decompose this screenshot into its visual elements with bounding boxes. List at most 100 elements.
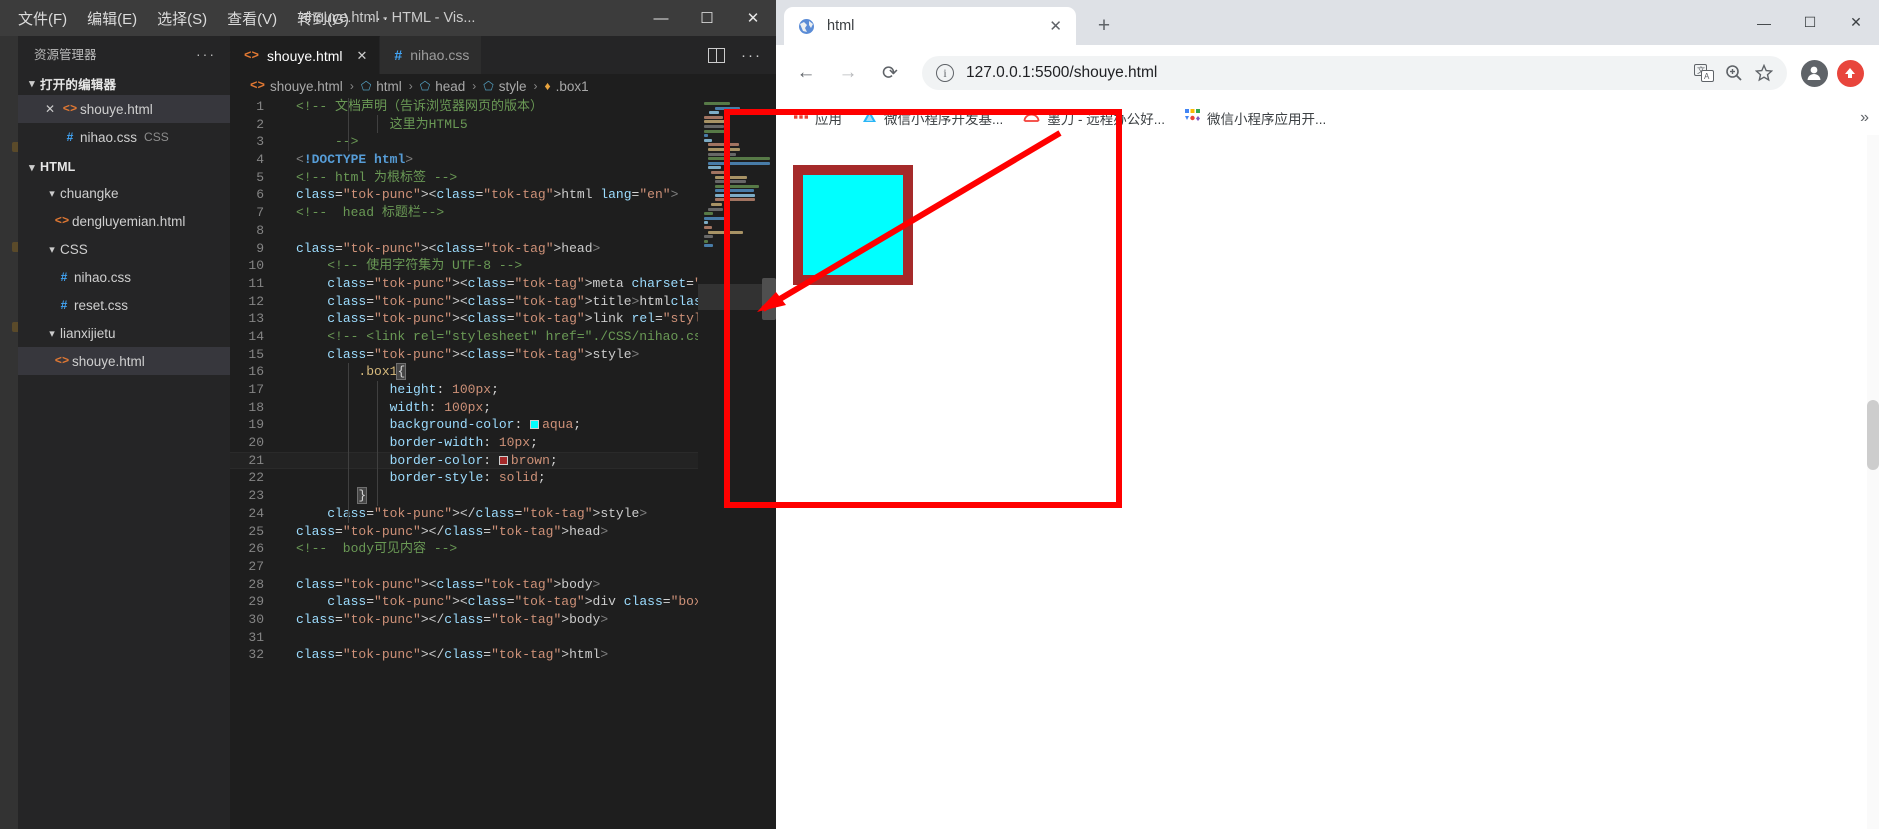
code-line[interactable]: 12 class="tok-punc"><class="tok-tag">tit… [230, 293, 776, 311]
bookmark-weixin-dev[interactable]: 微信小程序开发基... [854, 104, 1011, 132]
vscode-minimize-button[interactable]: — [638, 0, 684, 36]
code-line[interactable]: 17 height: 100px; [230, 381, 776, 399]
code-line[interactable]: 16 .box1{ [230, 363, 776, 381]
star-icon[interactable] [1749, 64, 1779, 82]
menu-edit[interactable]: 编辑(E) [77, 4, 147, 33]
open-editor-nihao-css[interactable]: # nihao.css CSS [18, 123, 230, 151]
vscode-close-button[interactable]: ✕ [730, 0, 776, 36]
editor-minimap[interactable] [698, 98, 776, 829]
code-line[interactable]: 15 class="tok-punc"><class="tok-tag">sty… [230, 346, 776, 364]
code-line[interactable]: 25 class="tok-punc"></class="tok-tag">hea… [230, 523, 776, 541]
code-line[interactable]: 29 class="tok-punc"><class="tok-tag">div… [230, 593, 776, 611]
breadcrumb-item-html[interactable]: ⬠ html [361, 79, 402, 94]
reload-button[interactable]: ⟳ [872, 55, 908, 91]
tree-folder-css[interactable]: ▾ CSS [18, 235, 230, 263]
code-line[interactable]: 20 border-width: 10px; [230, 434, 776, 452]
editor-scrollbar-thumb[interactable] [762, 278, 776, 320]
code-line[interactable]: 9 class="tok-punc"><class="tok-tag">head> [230, 240, 776, 258]
back-button[interactable]: ← [788, 55, 824, 91]
code-line[interactable]: 30 class="tok-punc"></class="tok-tag">bod… [230, 611, 776, 629]
tree-file-reset-css[interactable]: # reset.css [18, 291, 230, 319]
menu-view[interactable]: 查看(V) [217, 4, 287, 33]
split-editor-icon[interactable] [708, 47, 725, 63]
close-icon[interactable]: ✕ [1045, 17, 1066, 35]
code-line[interactable]: 11 class="tok-punc"><class="tok-tag">met… [230, 275, 776, 293]
menu-selection[interactable]: 选择(S) [147, 4, 217, 33]
code-line[interactable]: 3 --> [230, 133, 776, 151]
page-scrollbar-thumb[interactable] [1867, 400, 1879, 470]
code-line[interactable]: 14 <!-- <link rel="stylesheet" href="./C… [230, 328, 776, 346]
code-line[interactable]: 27 [230, 558, 776, 576]
code-line[interactable]: 8 [230, 222, 776, 240]
breadcrumb-item-file[interactable]: <> shouye.html [250, 79, 343, 94]
indent-guide [377, 115, 378, 133]
code-editor[interactable]: 1 <!-- 文档声明（告诉浏览器网页的版本） 2 这里为HTML5 3 --> 4 <!… [230, 98, 776, 829]
code-line[interactable]: 21 border-color: brown; [230, 451, 776, 470]
tree-folder-chuangke[interactable]: ▾ chuangke [18, 179, 230, 207]
html-icon: <> [244, 48, 260, 63]
tree-file-nihao-css[interactable]: # nihao.css [18, 263, 230, 291]
vscode-maximize-button[interactable]: ☐ [684, 0, 730, 36]
code-line[interactable]: 5 <!-- html 为根标签 --> [230, 169, 776, 187]
code-line[interactable]: 1 <!-- 文档声明（告诉浏览器网页的版本） [230, 98, 776, 116]
code-line[interactable]: 7 <!-- head 标题栏--> [230, 204, 776, 222]
code-line[interactable]: 31 [230, 629, 776, 647]
bookmark-weixin-app[interactable]: 微信小程序应用开... [1177, 104, 1334, 132]
editor-more-icon[interactable]: ··· [741, 47, 762, 64]
breadcrumb-item-box1[interactable]: ♦ .box1 [544, 79, 588, 94]
new-tab-button[interactable]: + [1090, 11, 1118, 39]
tree-file-shouye-html[interactable]: <> shouye.html [18, 347, 230, 375]
line-number: 8 [256, 222, 264, 238]
html-folder-section[interactable]: ▾ HTML [18, 155, 230, 179]
browser-tab-html[interactable]: html ✕ [784, 7, 1076, 45]
site-info-icon[interactable]: i [936, 64, 954, 82]
code-line[interactable]: 28 class="tok-punc"><class="tok-tag">body… [230, 576, 776, 594]
code-line[interactable]: 13 class="tok-punc"><class="tok-tag">lin… [230, 310, 776, 328]
open-editor-shouye-html[interactable]: ✕ <> shouye.html [18, 95, 230, 123]
account-glyph [1807, 66, 1821, 80]
explorer-more-icon[interactable]: ··· [196, 46, 216, 62]
tab-nihao-css[interactable]: # nihao.css [380, 36, 483, 74]
bookmarks-overflow-icon[interactable]: » [1860, 109, 1869, 127]
menu-more-icon[interactable]: ··· [359, 6, 400, 31]
code-line[interactable]: 2 这里为HTML5 [230, 116, 776, 134]
code-line[interactable]: 10 <!-- 使用字符集为 UTF-8 --> [230, 257, 776, 275]
forward-button[interactable]: → [830, 55, 866, 91]
line-content: <!-- 文档声明（告诉浏览器网页的版本） [296, 99, 544, 114]
browser-minimize-button[interactable]: — [1741, 7, 1787, 39]
open-editor-desc: CSS [144, 130, 169, 144]
translate-icon[interactable]: 文 A [1689, 64, 1719, 82]
code-line[interactable]: 23 } [230, 487, 776, 505]
close-icon[interactable]: ✕ [40, 102, 60, 116]
page-scrollbar-track[interactable] [1867, 135, 1879, 829]
code-line[interactable]: 19 background-color: aqua; [230, 416, 776, 434]
browser-menu-button[interactable] [1833, 56, 1867, 90]
zoom-icon[interactable] [1719, 64, 1749, 82]
tab-close-icon[interactable]: ✕ [357, 48, 368, 64]
translate-glyph: 文 A [1694, 64, 1714, 82]
tab-shouye-html[interactable]: <> shouye.html ✕ [230, 36, 381, 74]
code-line[interactable]: 24 class="tok-punc"></class="tok-tag">st… [230, 505, 776, 523]
browser-maximize-button[interactable]: ☐ [1787, 7, 1833, 39]
bookmark-apps[interactable]: 应用 [786, 104, 850, 132]
code-line[interactable]: 22 border-style: solid; [230, 469, 776, 487]
menu-file[interactable]: 文件(F) [8, 4, 77, 33]
breadcrumb-item-style[interactable]: ⬠ style [483, 79, 526, 94]
browser-close-button[interactable]: ✕ [1833, 7, 1879, 39]
breadcrumb-item-head[interactable]: ⬠ head [420, 79, 465, 94]
vscode-activity-bar [0, 36, 20, 829]
code-line[interactable]: 18 width: 100px; [230, 399, 776, 417]
bookmark-modao[interactable]: 墨刀 - 远程办公好... [1015, 104, 1173, 132]
tree-folder-lianxijietu[interactable]: ▾ lianxijietu [18, 319, 230, 347]
code-line[interactable]: 26 <!-- body可见内容 --> [230, 540, 776, 558]
code-lines[interactable]: 1 <!-- 文档声明（告诉浏览器网页的版本） 2 这里为HTML5 3 --> 4 <!… [230, 98, 776, 664]
address-bar[interactable]: i 127.0.0.1:5500/shouye.html 文 A [922, 56, 1787, 90]
code-line[interactable]: 6 class="tok-punc"><class="tok-tag">html … [230, 186, 776, 204]
line-number: 18 [248, 399, 264, 415]
code-line[interactable]: 32 class="tok-punc"></class="tok-tag">htm… [230, 646, 776, 664]
tree-file-dengluyemian-html[interactable]: <> dengluyemian.html [18, 207, 230, 235]
menu-goto[interactable]: 转到(G) [287, 4, 359, 33]
open-editors-section[interactable]: ▾ 打开的编辑器 [18, 71, 230, 95]
profile-avatar-button[interactable] [1797, 56, 1831, 90]
code-line[interactable]: 4 <!DOCTYPE html> [230, 151, 776, 169]
